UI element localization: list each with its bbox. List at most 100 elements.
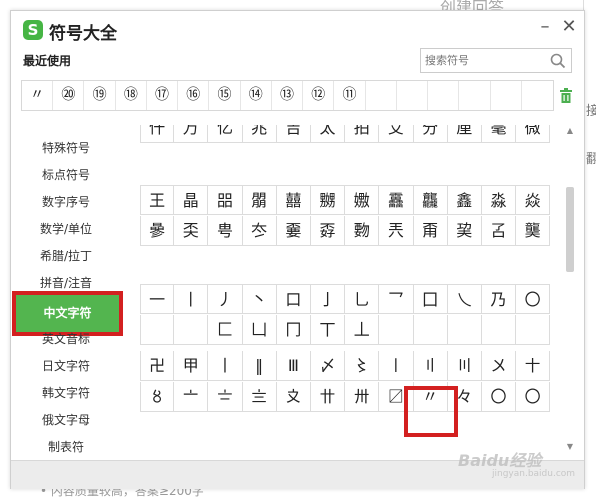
category-item[interactable]: 数字序号 — [11, 189, 121, 215]
close-button[interactable]: ✕ — [559, 17, 579, 37]
symbol-cell[interactable]: 丅 — [310, 315, 346, 345]
symbol-cell[interactable]: 厘 — [447, 125, 482, 143]
symbol-cell[interactable]: ‖ — [242, 351, 277, 381]
recent-symbol-cell[interactable]: ⑯ — [178, 81, 210, 110]
symbol-cell[interactable]: 丶 — [242, 284, 277, 314]
symbol-cell[interactable]: 甹 — [208, 216, 243, 246]
symbol-cell[interactable]: 微 — [516, 125, 551, 143]
symbol-cell[interactable]: 兆 — [242, 125, 277, 143]
symbol-cell[interactable]: 冂 — [276, 315, 311, 345]
recent-symbol-cell[interactable]: 〃 — [22, 81, 54, 110]
symbol-cell[interactable]: 拍 — [345, 125, 380, 143]
category-item[interactable]: 日文字符 — [11, 353, 121, 379]
symbol-cell[interactable]: 〆 — [310, 351, 346, 381]
scroll-up-arrow[interactable]: ▲ — [566, 127, 574, 135]
symbol-cell[interactable]: 〺 — [345, 382, 380, 412]
recent-symbol-cell[interactable] — [491, 81, 522, 110]
symbol-cell[interactable]: 〢 — [413, 351, 448, 381]
symbol-cell[interactable]: 靐 — [379, 185, 414, 215]
recent-symbol-cell[interactable]: ⑭ — [241, 81, 272, 110]
category-item[interactable]: 标点符号 — [11, 162, 121, 188]
symbol-cell[interactable]: 艾 — [379, 125, 414, 143]
symbol-cell[interactable]: 乛 — [379, 284, 414, 314]
symbol-cell[interactable]: 〩 — [276, 382, 311, 412]
symbol-cell[interactable]: 覅 — [345, 216, 380, 246]
symbol-cell[interactable]: 兲 — [379, 216, 414, 246]
recent-symbol-cell[interactable]: ⑪ — [334, 81, 366, 110]
recent-symbol-cell[interactable] — [428, 81, 460, 110]
symbol-cell[interactable] — [481, 315, 517, 345]
symbol-cell[interactable]: 奀 — [174, 216, 209, 246]
scrollbar[interactable]: ▲ ▼ — [564, 125, 576, 454]
symbol-cell[interactable]: 嫐 — [345, 185, 380, 215]
symbol-cell[interactable]: 卍 — [140, 351, 175, 381]
symbol-cell[interactable]: 匚 — [208, 315, 243, 345]
recent-symbol-cell[interactable] — [459, 81, 491, 110]
symbol-cell[interactable]: 〇 — [481, 382, 517, 412]
symbol-cell[interactable]: Ⅲ — [276, 351, 311, 381]
symbol-cell[interactable]: 丿 — [208, 284, 243, 314]
symbol-cell[interactable]: 亅 — [310, 284, 346, 314]
category-item[interactable]: 拼音/注音 — [11, 270, 121, 296]
symbol-cell[interactable]: 焱 — [516, 185, 551, 215]
symbol-cell[interactable]: 〇 — [516, 284, 551, 314]
trash-icon[interactable] — [559, 88, 573, 103]
symbol-cell[interactable] — [413, 315, 448, 345]
symbol-cell[interactable]: 晶 — [174, 185, 209, 215]
symbol-cell[interactable]: 万 — [174, 125, 209, 143]
recent-symbol-cell[interactable] — [366, 81, 397, 110]
symbol-cell[interactable]: 嫑 — [276, 216, 311, 246]
recent-symbol-cell[interactable]: ⑬ — [272, 81, 304, 110]
symbol-cell[interactable]: 仟 — [140, 125, 175, 143]
symbol-cell[interactable]: 〇 — [516, 382, 551, 412]
category-item[interactable]: 俄文字母 — [11, 407, 121, 433]
symbol-cell[interactable] — [379, 315, 414, 345]
symbol-cell[interactable]: 太 — [310, 125, 346, 143]
symbol-cell[interactable]: 〣 — [447, 351, 482, 381]
symbol-cell[interactable]: 嬲 — [310, 185, 346, 215]
symbol-cell[interactable]: 曑 — [140, 216, 175, 246]
symbol-cell[interactable]: 凵 — [242, 315, 277, 345]
category-item[interactable]: 特殊符号 — [11, 135, 121, 161]
symbol-cell[interactable]: 乀 — [447, 284, 482, 314]
symbol-cell[interactable]: 〻 — [345, 351, 380, 381]
symbol-cell[interactable]: 亿 — [208, 125, 243, 143]
symbol-cell[interactable]: 㗊 — [208, 185, 243, 215]
symbol-cell[interactable]: 甭 — [413, 216, 448, 246]
symbol-cell[interactable]: 囗 — [413, 284, 448, 314]
search-icon[interactable] — [549, 52, 567, 70]
symbol-cell[interactable]: 丨 — [174, 284, 209, 314]
category-item[interactable]: 制表符 — [11, 434, 121, 460]
symbol-cell[interactable]: 〸 — [516, 351, 551, 381]
symbol-cell[interactable] — [174, 315, 209, 345]
symbol-cell[interactable]: 乚 — [345, 284, 380, 314]
symbol-cell[interactable]: 〡 — [379, 351, 414, 381]
symbol-cell[interactable]: 朤 — [242, 185, 277, 215]
symbol-cell[interactable]: 龘 — [413, 185, 448, 215]
symbol-cell[interactable]: 〨 — [242, 382, 277, 412]
symbol-cell[interactable] — [447, 315, 482, 345]
symbol-cell[interactable]: 冭 — [242, 216, 277, 246]
symbol-cell[interactable]: 龑 — [516, 216, 551, 246]
symbol-cell[interactable]: 孬 — [310, 216, 346, 246]
scroll-thumb[interactable] — [566, 187, 574, 272]
search-input[interactable] — [425, 51, 543, 70]
symbol-cell[interactable]: 王 — [140, 185, 175, 215]
symbol-cell[interactable]: 甲 — [174, 351, 209, 381]
category-item[interactable]: 英文音标 — [11, 326, 121, 352]
symbol-cell[interactable]: 口 — [276, 284, 311, 314]
recent-symbol-cell[interactable]: ⑳ — [53, 81, 85, 110]
symbol-cell[interactable]: 〹 — [310, 382, 346, 412]
recent-symbol-cell[interactable]: ⑲ — [84, 81, 116, 110]
symbol-cell[interactable]: 叾 — [481, 216, 517, 246]
category-item[interactable]: 数学/单位 — [11, 216, 121, 242]
search-box[interactable] — [420, 48, 572, 73]
symbol-cell[interactable]: 毫 — [481, 125, 517, 143]
recent-symbol-cell[interactable]: ⑱ — [116, 81, 147, 110]
symbol-cell[interactable]: 丄 — [345, 315, 380, 345]
symbol-cell[interactable]: 乃 — [481, 284, 517, 314]
symbol-cell[interactable] — [140, 315, 175, 345]
recent-symbol-cell[interactable]: ⑰ — [147, 81, 179, 110]
symbol-cell[interactable]: 鑫 — [447, 185, 482, 215]
symbol-cell[interactable]: 〧 — [208, 382, 243, 412]
